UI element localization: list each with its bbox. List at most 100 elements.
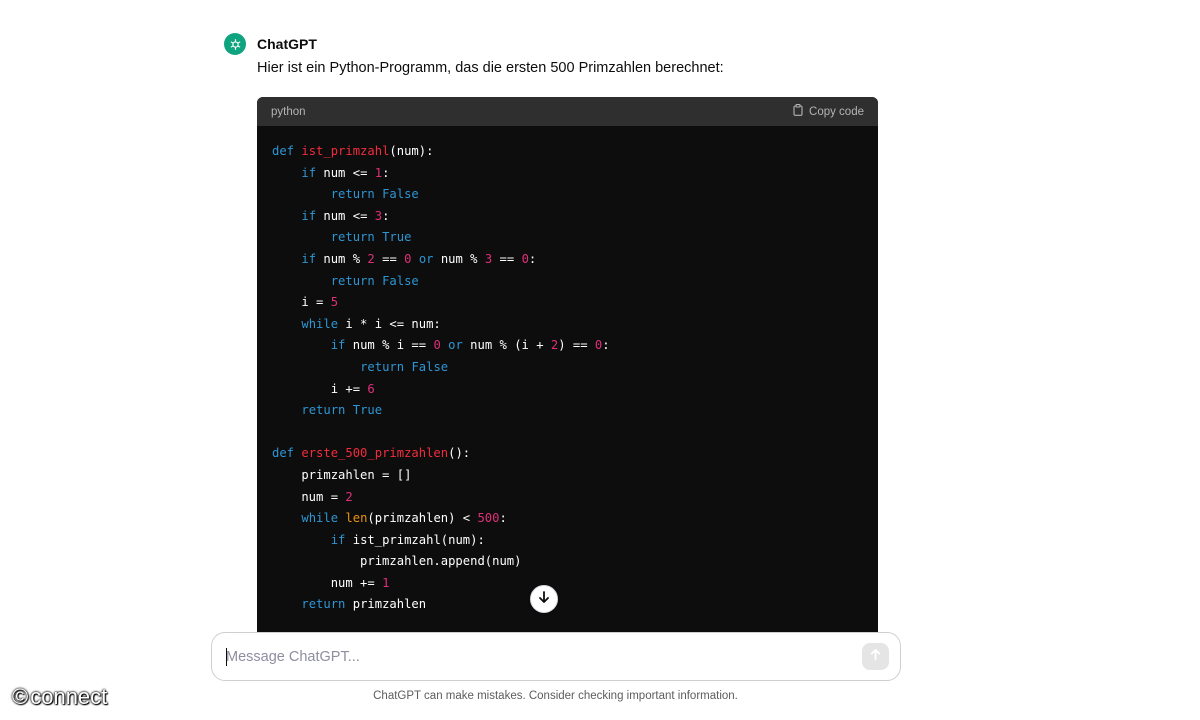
code-block: python Copy code def ist_primzahl(num): … xyxy=(257,97,878,637)
code-token: return xyxy=(360,359,405,374)
code-line: return False xyxy=(272,357,863,379)
code-token: 2 xyxy=(345,489,353,504)
code-block-header: python Copy code xyxy=(257,97,878,126)
code-token: i = xyxy=(272,295,331,310)
code-token: 0 xyxy=(521,251,529,266)
code-token: i += xyxy=(272,381,368,396)
code-token: : xyxy=(382,165,390,180)
scroll-to-bottom-button[interactable] xyxy=(530,585,558,613)
code-token: len xyxy=(345,511,368,526)
code-token: num <= xyxy=(316,208,375,223)
code-line: if num <= 3: xyxy=(272,206,863,228)
arrow-up-icon xyxy=(869,648,882,666)
code-token: ist_primzahl(num): xyxy=(345,532,485,547)
code-token: if xyxy=(301,251,317,266)
code-token: or xyxy=(418,251,434,266)
code-token: 1 xyxy=(382,575,390,590)
code-line: return primzahlen xyxy=(272,594,863,616)
code-token: num += xyxy=(272,575,383,590)
code-line: def ist_primzahl(num): xyxy=(272,141,863,163)
code-token: == xyxy=(374,251,405,266)
code-token: False xyxy=(382,187,419,202)
code-token: def xyxy=(272,144,295,158)
connect-watermark: © connect xyxy=(12,684,107,710)
assistant-message-text: Hier ist ein Python-Programm, das die er… xyxy=(257,60,724,76)
code-line: return False xyxy=(272,184,863,206)
message-composer xyxy=(211,632,901,681)
code-line: return True xyxy=(272,227,863,249)
code-token: def xyxy=(272,446,295,461)
code-token: 1 xyxy=(374,165,383,180)
code-line: i = 5 xyxy=(272,292,863,314)
watermark-text: connect xyxy=(30,684,108,709)
code-line: if ist_primzahl(num): xyxy=(272,530,863,552)
code-token: ) == xyxy=(558,338,595,353)
code-token: : xyxy=(499,511,507,526)
code-token: 6 xyxy=(367,381,375,396)
code-token: return xyxy=(301,403,346,418)
code-token: ist_primzahl xyxy=(301,144,390,158)
chat-page: ChatGPT Hier ist ein Python-Programm, da… xyxy=(0,0,1200,720)
code-token: while xyxy=(301,316,339,331)
code-line: return True xyxy=(272,400,863,422)
code-line: while len(primzahlen) < 500: xyxy=(272,508,863,530)
code-language-label: python xyxy=(271,105,306,118)
code-token: (): xyxy=(448,446,471,461)
code-line: def erste_500_primzahlen(): xyxy=(272,443,863,465)
send-button[interactable] xyxy=(862,643,889,670)
arrow-down-icon xyxy=(537,590,551,609)
code-token: return xyxy=(330,230,375,245)
copy-code-button[interactable]: Copy code xyxy=(793,104,864,119)
code-content: def ist_primzahl(num): if num <= 1: retu… xyxy=(257,126,878,616)
code-token: False xyxy=(411,359,449,374)
text-caret xyxy=(226,648,227,666)
code-token: 500 xyxy=(477,511,500,526)
code-token: 0 xyxy=(433,338,441,353)
message-input[interactable] xyxy=(226,646,826,668)
code-line: num += 1 xyxy=(272,573,863,595)
code-line: while i * i <= num: xyxy=(272,314,863,336)
copyright-symbol: © xyxy=(12,684,29,709)
code-line: primzahlen = [] xyxy=(272,465,863,487)
code-line: if num % i == 0 or num % (i + 2) == 0: xyxy=(272,335,863,357)
code-token: False xyxy=(382,273,419,288)
code-token: primzahlen xyxy=(345,597,427,612)
code-line: if num <= 1: xyxy=(272,163,863,185)
code-token: or xyxy=(448,338,463,353)
code-token: i * i <= num: xyxy=(338,316,441,331)
code-token: 3 xyxy=(374,208,383,223)
code-token: (num): xyxy=(389,144,434,158)
code-token: True xyxy=(352,403,383,418)
disclaimer-text: ChatGPT can make mistakes. Consider chec… xyxy=(373,690,738,702)
code-line: num = 2 xyxy=(272,487,863,509)
code-token: if xyxy=(301,165,317,180)
code-token: True xyxy=(382,230,412,245)
code-token: erste_500_primzahlen xyxy=(301,446,449,461)
code-token: return xyxy=(301,597,346,612)
code-token: num <= xyxy=(316,165,375,180)
code-token: if xyxy=(301,208,317,223)
code-token: (primzahlen) < xyxy=(367,511,478,526)
code-token: primzahlen.append(num) xyxy=(272,554,522,569)
code-token: return xyxy=(330,187,375,202)
code-token: while xyxy=(301,511,339,526)
code-line: return False xyxy=(272,271,863,293)
clipboard-icon xyxy=(793,104,804,119)
